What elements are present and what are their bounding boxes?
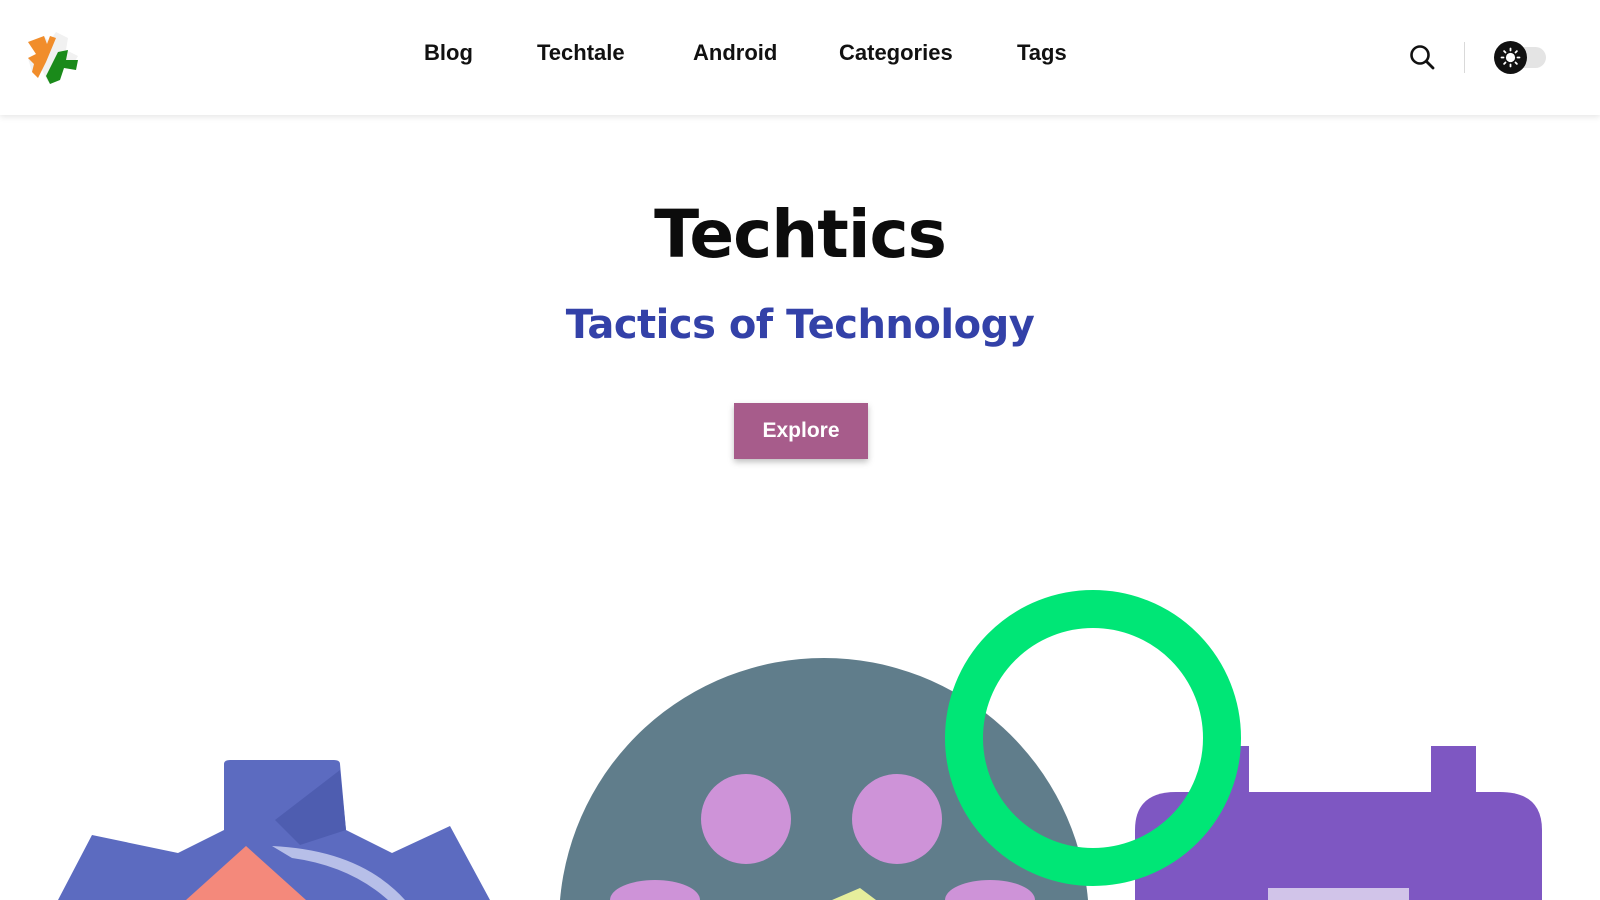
main-nav: Blog Techtale Android Categories Tags [0,0,1600,115]
nav-link-blog[interactable]: Blog [424,40,473,66]
hero-illustrations [58,590,1542,900]
gear-illustration [58,760,490,900]
theme-toggle-knob [1494,41,1527,74]
hero-title: Techtics [654,196,947,273]
nav-link-tags[interactable]: Tags [1017,40,1067,66]
site-logo[interactable] [22,26,84,88]
theme-toggle[interactable] [1494,41,1550,74]
nav-link-android[interactable]: Android [693,40,777,66]
film-reel-illustration [560,657,1088,900]
explore-button[interactable]: Explore [734,403,868,459]
sun-icon [1500,47,1521,68]
header-divider [1464,42,1465,73]
site-header: Blog Techtale Android Categories Tags [0,0,1600,115]
nav-link-techtale[interactable]: Techtale [537,40,625,66]
hero-subtitle: Tactics of Technology [565,302,1035,348]
nav-link-categories[interactable]: Categories [839,40,953,66]
search-icon[interactable] [1408,43,1436,71]
